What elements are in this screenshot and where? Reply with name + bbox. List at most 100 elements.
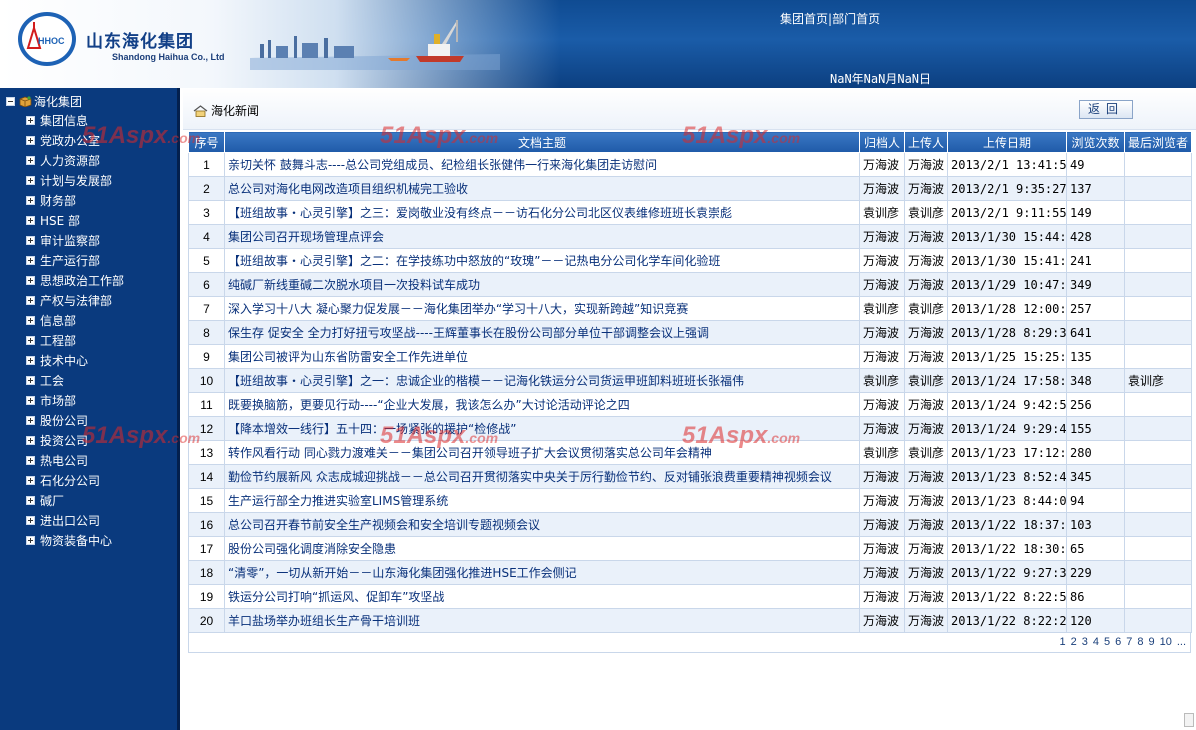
sidebar-item-hr[interactable]: 人力资源部 — [26, 150, 124, 170]
sidebar-item-thermal[interactable]: 热电公司 — [26, 450, 124, 470]
news-title-link[interactable]: 既要换脑筋，更要见行动----“企业大发展，我该怎么办”大讨论活动评论之四 — [224, 392, 860, 417]
table-row[interactable]: 18 “清零”，一切从新开始－－山东海化集团强化推进HSE工作会侧记 万海波 万海波 2… — [188, 560, 1192, 585]
sidebar-item-investment[interactable]: 投资公司 — [26, 430, 124, 450]
news-title-link[interactable]: 【班组故事・心灵引擎】之二：在学技练功中怒放的“玫瑰”－－记热电分公司化学车间化… — [224, 248, 860, 273]
sidebar-item-production[interactable]: 生产运行部 — [26, 250, 124, 270]
sidebar-item-audit[interactable]: 审计监察部 — [26, 230, 124, 250]
table-row[interactable]: 5 【班组故事・心灵引擎】之二：在学技练功中怒放的“玫瑰”－－记热电分公司化学车间… — [188, 248, 1192, 273]
col-header-archiver[interactable]: 归档人 — [859, 131, 905, 153]
news-title-link[interactable]: 【班组故事・心灵引擎】之一：忠诚企业的楷模－－记海化铁运分公司货运甲班卸料班班长… — [224, 368, 860, 393]
expand-icon[interactable] — [26, 355, 35, 365]
col-header-uploader[interactable]: 上传人 — [904, 131, 948, 153]
table-row[interactable]: 3 【班组故事・心灵引擎】之三：爱岗敬业没有终点－－访石化分公司北区仪表维修班班长… — [188, 200, 1192, 225]
table-row[interactable]: 10 【班组故事・心灵引擎】之一：忠诚企业的楷模－－记海化铁运分公司货运甲班卸料班… — [188, 368, 1192, 393]
pager-page-link[interactable]: 7 — [1126, 636, 1132, 648]
news-title-link[interactable]: 生产运行部全力推进实验室LIMS管理系统 — [224, 488, 860, 513]
sidebar-item-office[interactable]: 党政办公室 — [26, 130, 124, 150]
sidebar-item-alkali[interactable]: 碱厂 — [26, 490, 124, 510]
expand-icon[interactable] — [26, 335, 35, 345]
expand-icon[interactable] — [26, 475, 35, 485]
news-title-link[interactable]: 纯碱厂新线重碱二次脱水项目一次投料试车成功 — [224, 272, 860, 297]
expand-icon[interactable] — [26, 295, 35, 305]
news-title-link[interactable]: 亲切关怀 鼓舞斗志----总公司党组成员、纪检组长张健伟一行来海化集团走访慰问 — [224, 152, 860, 177]
expand-icon[interactable] — [26, 455, 35, 465]
news-title-link[interactable]: 勤俭节约展新风 众志成城迎挑战－－总公司召开贯彻落实中央关于厉行勤俭节约、反对铺… — [224, 464, 860, 489]
news-title-link[interactable]: 总公司对海化电网改造项目组织机械完工验收 — [224, 176, 860, 201]
sidebar-item-import-export[interactable]: 进出口公司 — [26, 510, 124, 530]
news-title-link[interactable]: 【班组故事・心灵引擎】之三：爱岗敬业没有终点－－访石化分公司北区仪表维修班班长袁… — [224, 200, 860, 225]
sidebar-item-info[interactable]: 信息部 — [26, 310, 124, 330]
pager-page-link[interactable]: 2 — [1071, 636, 1077, 648]
col-header-date[interactable]: 上传日期 — [947, 131, 1067, 153]
pager-page-link[interactable]: 8 — [1137, 636, 1143, 648]
expand-icon[interactable] — [26, 215, 35, 225]
expand-icon[interactable] — [26, 495, 35, 505]
pager-page-link[interactable]: 10 — [1160, 636, 1172, 648]
expand-icon[interactable] — [26, 275, 35, 285]
table-row[interactable]: 2 总公司对海化电网改造项目组织机械完工验收 万海波 万海波 2013/2/1 9:35… — [188, 176, 1192, 201]
table-row[interactable]: 12 【降本增效一线行】五十四：一场紧张的援护“检修战” 万海波 万海波 2013/1/… — [188, 416, 1192, 441]
expand-icon[interactable] — [26, 375, 35, 385]
sidebar-item-petrochem[interactable]: 石化分公司 — [26, 470, 124, 490]
pager-page-link[interactable]: 1 — [1059, 636, 1065, 648]
table-row[interactable]: 15 生产运行部全力推进实验室LIMS管理系统 万海波 万海波 2013/1/23 8:… — [188, 488, 1192, 513]
table-row[interactable]: 19 铁运分公司打响“抓运风、促卸车”攻坚战 万海波 万海波 2013/1/22 8:2… — [188, 584, 1192, 609]
sidebar-item-union[interactable]: 工会 — [26, 370, 124, 390]
resize-grip[interactable] — [1184, 713, 1194, 727]
news-title-link[interactable]: 铁运分公司打响“抓运风、促卸车”攻坚战 — [224, 584, 860, 609]
sidebar-item-shares[interactable]: 股份公司 — [26, 410, 124, 430]
news-title-link[interactable]: 深入学习十八大 凝心聚力促发展－－海化集团举办“学习十八大，实现新跨越”知识竞赛 — [224, 296, 860, 321]
pager-page-link[interactable]: 4 — [1093, 636, 1099, 648]
col-header-last-viewer[interactable]: 最后浏览者 — [1124, 131, 1192, 153]
news-title-link[interactable]: “清零”，一切从新开始－－山东海化集团强化推进HSE工作会侧记 — [224, 560, 860, 585]
table-row[interactable]: 17股份公司强化调度消除安全隐患万海波万海波2013/1/22 18:30:55… — [188, 536, 1192, 561]
dept-home-link[interactable]: 部门首页 — [832, 12, 880, 26]
pager-page-link[interactable]: 6 — [1115, 636, 1121, 648]
news-title-link[interactable]: 集团公司召开现场管理点评会 — [224, 224, 860, 249]
news-title-link[interactable]: 总公司召开春节前安全生产视频会和安全培训专题视频会议 — [224, 512, 860, 537]
news-title-link[interactable]: 股份公司强化调度消除安全隐患 — [224, 536, 860, 561]
expand-icon[interactable] — [26, 415, 35, 425]
pager-page-link[interactable]: 3 — [1082, 636, 1088, 648]
table-row[interactable]: 20 羊口盐场举办班组长生产骨干培训班 万海波 万海波 2013/1/22 8:22:2… — [188, 608, 1192, 633]
news-title-link[interactable]: 保生存 促安全 全力打好扭亏攻坚战----王辉董事长在股份公司部分单位干部调整会… — [224, 320, 860, 345]
pager-more-link[interactable]: ... — [1177, 636, 1186, 648]
table-row[interactable]: 16 总公司召开春节前安全生产视频会和安全培训专题视频会议 万海波 万海波 2013/1… — [188, 512, 1192, 537]
expand-icon[interactable] — [26, 435, 35, 445]
col-header-views[interactable]: 浏览次数 — [1066, 131, 1125, 153]
pager-page-link[interactable]: 5 — [1104, 636, 1110, 648]
sidebar-item-political[interactable]: 思想政治工作部 — [26, 270, 124, 290]
news-title-link[interactable]: 【降本增效一线行】五十四：一场紧张的援护“检修战” — [224, 416, 860, 441]
news-title-link[interactable]: 集团公司被评为山东省防雷安全工作先进单位 — [224, 344, 860, 369]
expand-icon[interactable] — [26, 535, 35, 545]
table-row[interactable]: 14 勤俭节约展新风 众志成城迎挑战－－总公司召开贯彻落实中央关于厉行勤俭节约、反… — [188, 464, 1192, 489]
table-row[interactable]: 7 深入学习十八大 凝心聚力促发展－－海化集团举办“学习十八大，实现新跨越”知识竞… — [188, 296, 1192, 321]
sidebar-item-finance[interactable]: 财务部 — [26, 190, 124, 210]
col-header-title[interactable]: 文档主题 — [224, 131, 860, 153]
group-home-link[interactable]: 集团首页 — [780, 12, 828, 26]
table-row[interactable]: 9 集团公司被评为山东省防雷安全工作先进单位 万海波 万海波 2013/1/25 15:… — [188, 344, 1192, 369]
collapse-icon[interactable] — [6, 96, 15, 106]
expand-icon[interactable] — [26, 315, 35, 325]
back-button[interactable]: 返回 — [1079, 100, 1133, 119]
news-title-link[interactable]: 转作风看行动 同心戮力渡难关－－集团公司召开领导班子扩大会议贯彻落实总公司年会精… — [224, 440, 860, 465]
table-row[interactable]: 6 纯碱厂新线重碱二次脱水项目一次投料试车成功 万海波 万海波 2013/1/29 10… — [188, 272, 1192, 297]
expand-icon[interactable] — [26, 255, 35, 265]
sidebar-item-planning[interactable]: 计划与发展部 — [26, 170, 124, 190]
table-row[interactable]: 11 既要换脑筋，更要见行动----“企业大发展，我该怎么办”大讨论活动评论之四万… — [188, 392, 1192, 417]
expand-icon[interactable] — [26, 515, 35, 525]
expand-icon[interactable] — [26, 175, 35, 185]
expand-icon[interactable] — [26, 235, 35, 245]
table-row[interactable]: 13 转作风看行动 同心戮力渡难关－－集团公司召开领导班子扩大会议贯彻落实总公司年… — [188, 440, 1192, 465]
sidebar-item-engineering[interactable]: 工程部 — [26, 330, 124, 350]
expand-icon[interactable] — [26, 115, 35, 125]
tree-root[interactable]: 海化集团 — [6, 93, 82, 109]
expand-icon[interactable] — [26, 395, 35, 405]
expand-icon[interactable] — [26, 195, 35, 205]
pager-page-link[interactable]: 9 — [1148, 636, 1154, 648]
col-header-no[interactable]: 序号 — [188, 131, 225, 153]
sidebar-item-hse[interactable]: HSE 部 — [26, 210, 124, 230]
sidebar-item-market[interactable]: 市场部 — [26, 390, 124, 410]
sidebar-item-group-info[interactable]: 集团信息 — [26, 110, 124, 130]
expand-icon[interactable] — [26, 155, 35, 165]
